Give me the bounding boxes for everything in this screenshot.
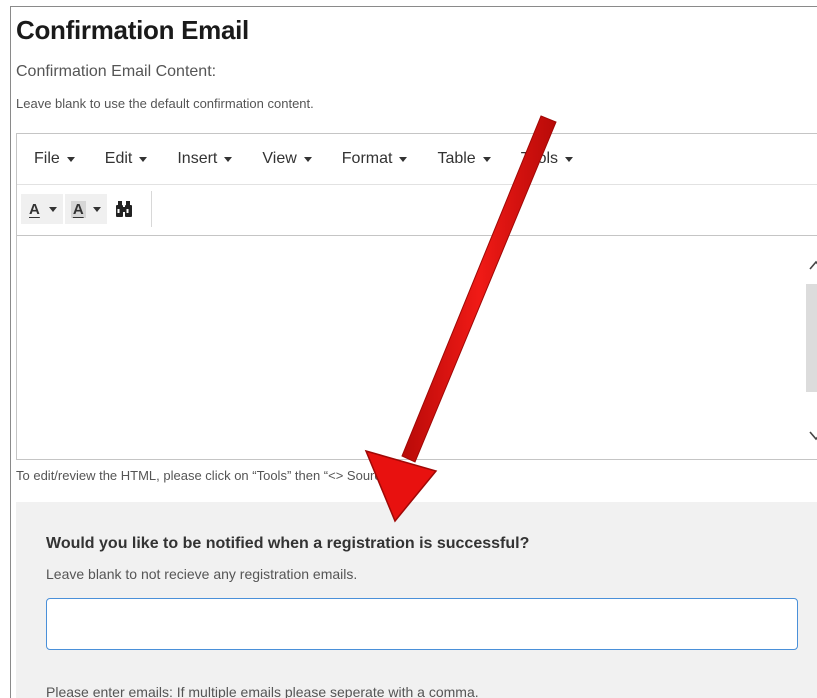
notification-panel: Would you like to be notified when a reg…: [16, 502, 817, 698]
caret-down-icon[interactable]: [92, 206, 101, 212]
menu-format[interactable]: Format: [342, 150, 408, 168]
caret-down-icon: [139, 156, 148, 162]
menu-insert-label: Insert: [177, 150, 218, 167]
notification-email-input[interactable]: [46, 598, 798, 650]
editor-scrollbar[interactable]: [805, 236, 817, 459]
editor-toolbar: A A: [17, 185, 817, 236]
toolbar-group: A A: [21, 191, 152, 227]
background-color-button[interactable]: A: [64, 194, 107, 224]
notification-question: Would you like to be notified when a reg…: [46, 535, 530, 552]
editor-content-area[interactable]: [17, 236, 817, 459]
caret-down-icon: [399, 156, 408, 162]
chevron-down-icon[interactable]: [808, 429, 817, 443]
menu-file[interactable]: File: [34, 150, 75, 168]
binoculars-icon: [115, 201, 132, 217]
menu-tools-label: Tools: [520, 150, 559, 167]
menu-table[interactable]: Table: [437, 150, 491, 168]
notification-help-text: Leave blank to not recieve any registrat…: [46, 566, 358, 582]
menu-insert[interactable]: Insert: [177, 150, 233, 168]
editor-html-hint: To edit/review the HTML, please click on…: [16, 468, 428, 483]
caret-down-icon[interactable]: [48, 206, 57, 212]
section-title: Confirmation Email: [16, 15, 249, 45]
caret-down-icon: [482, 156, 491, 162]
menu-edit[interactable]: Edit: [105, 150, 148, 168]
text-color-icon: A: [29, 200, 40, 218]
menu-view[interactable]: View: [262, 150, 312, 168]
text-color-button[interactable]: A: [21, 194, 63, 224]
content-label: Confirmation Email Content:: [16, 63, 217, 80]
chevron-up-icon[interactable]: [808, 258, 817, 272]
editor-menubar: File Edit Insert View Format Table Tools: [17, 134, 817, 185]
caret-down-icon: [303, 156, 312, 162]
caret-down-icon: [224, 156, 233, 162]
menu-edit-label: Edit: [104, 150, 133, 167]
confirmation-email-section: Confirmation Email Confirmation Email Co…: [10, 6, 817, 698]
caret-down-icon: [565, 156, 574, 162]
menu-view-label: View: [262, 150, 297, 167]
caret-down-icon: [66, 156, 75, 162]
rich-text-editor: File Edit Insert View Format Table Tools…: [16, 133, 817, 460]
menu-format-label: Format: [341, 150, 393, 167]
content-help-text: Leave blank to use the default confirmat…: [16, 96, 314, 111]
menu-tools[interactable]: Tools: [520, 150, 574, 168]
menu-file-label: File: [34, 150, 60, 167]
scrollbar-thumb[interactable]: [806, 284, 817, 392]
background-color-icon: A: [70, 200, 86, 218]
menu-table-label: Table: [437, 150, 476, 167]
find-replace-button[interactable]: [109, 194, 139, 224]
notification-email-note: Please enter emails: If multiple emails …: [46, 684, 479, 698]
